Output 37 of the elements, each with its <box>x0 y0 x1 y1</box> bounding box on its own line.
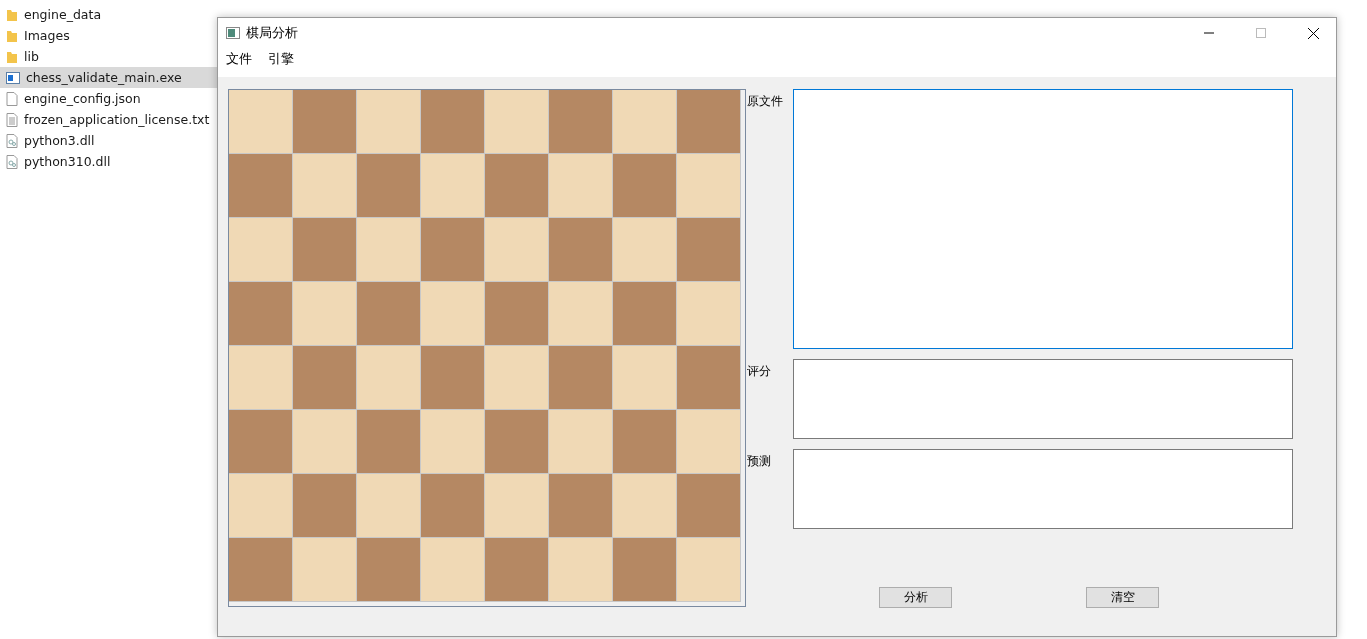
file-row[interactable]: engine_config.json <box>0 88 145 109</box>
action-button[interactable]: 清空 <box>1086 587 1159 608</box>
folder-icon <box>6 49 18 64</box>
field-label: 评分 <box>747 363 772 380</box>
file-name: lib <box>24 49 39 64</box>
text-file-icon <box>6 112 18 127</box>
window-title: 棋局分析 <box>246 24 299 42</box>
file-name: Images <box>24 28 70 43</box>
maximize-icon <box>1256 28 1266 38</box>
action-button[interactable]: 分析 <box>879 587 952 608</box>
file-row[interactable]: lib <box>0 46 43 67</box>
folder-icon <box>6 7 18 22</box>
file-icon <box>6 91 18 106</box>
file-name: chess_validate_main.exe <box>26 70 182 85</box>
file-name: engine_config.json <box>24 91 141 106</box>
file-row[interactable]: python3.dll <box>0 130 99 151</box>
file-name: python310.dll <box>24 154 111 169</box>
field-label: 预测 <box>747 453 772 470</box>
file-row[interactable]: engine_data <box>0 4 106 25</box>
menu-item[interactable]: 引擎 <box>268 51 294 68</box>
file-row[interactable]: chess_validate_main.exe <box>0 67 217 88</box>
file-row[interactable]: python310.dll <box>0 151 115 172</box>
text-area[interactable] <box>793 359 1293 439</box>
file-name: python3.dll <box>24 133 95 148</box>
file-row[interactable]: frozen_application_license.txt <box>0 109 214 130</box>
field-label: 原文件 <box>747 93 784 110</box>
menu-item[interactable]: 文件 <box>226 51 252 68</box>
application-icon <box>6 71 20 84</box>
dll-file-icon <box>6 133 18 148</box>
dll-file-icon <box>6 154 18 169</box>
file-name: frozen_application_license.txt <box>24 112 210 127</box>
close-icon <box>1307 27 1319 39</box>
folder-icon <box>6 28 18 43</box>
file-row[interactable]: Images <box>0 25 74 46</box>
app-icon <box>226 27 240 39</box>
file-name: engine_data <box>24 7 102 22</box>
text-area[interactable] <box>793 449 1293 529</box>
